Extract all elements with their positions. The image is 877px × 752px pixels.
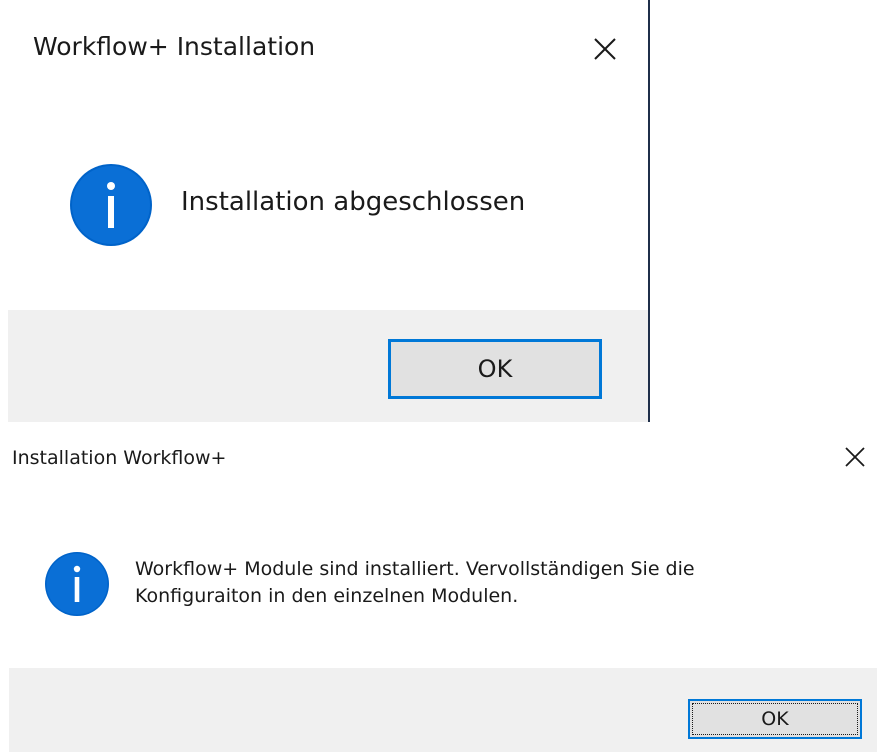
dialog-message-line-2: Konfiguraiton in den einzelnen Modulen. xyxy=(135,585,519,607)
ok-button[interactable]: OK xyxy=(688,699,862,739)
dialog-title-bar[interactable]: Workflow+ Installation xyxy=(0,0,648,100)
modules-installed-dialog: Installation Workflow+ Workflow+ Module … xyxy=(0,422,877,752)
dialog-message-line-1: Workflow+ Module sind installiert. Vervo… xyxy=(135,558,695,580)
close-icon[interactable] xyxy=(840,442,870,472)
dialog-title: Workflow+ Installation xyxy=(33,32,316,61)
info-icon xyxy=(44,551,110,617)
screenshot: Workflow+ Installation Installation abge… xyxy=(0,0,877,752)
installation-complete-dialog: Workflow+ Installation Installation abge… xyxy=(0,0,650,422)
dialog-message: Installation abgeschlossen xyxy=(181,187,526,217)
ok-button[interactable]: OK xyxy=(388,339,602,399)
dialog-title: Installation Workflow+ xyxy=(12,447,227,469)
info-icon xyxy=(69,163,153,247)
dialog-message: Workflow+ Module sind installiert. Vervo… xyxy=(135,556,855,610)
close-icon[interactable] xyxy=(586,30,624,68)
